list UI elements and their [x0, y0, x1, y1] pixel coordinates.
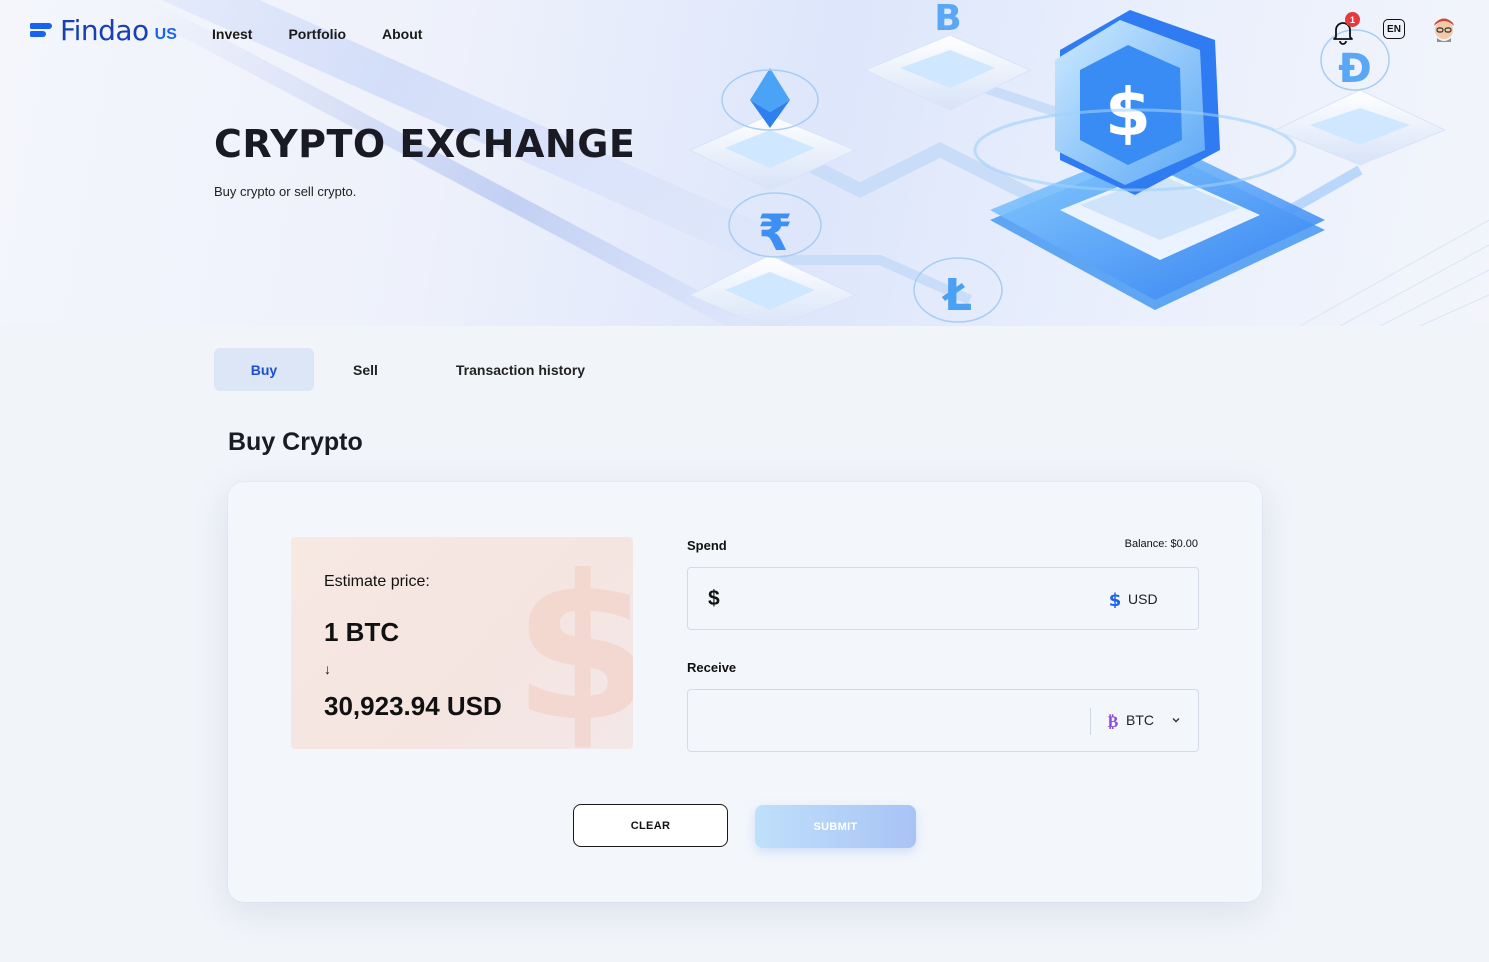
page-title: CRYPTO EXCHANGE — [214, 122, 636, 166]
dollar-watermark-icon: $ — [513, 537, 633, 749]
receive-input[interactable] — [704, 690, 1004, 751]
svg-text:Ł: Ł — [942, 270, 972, 321]
receive-currency-select[interactable]: ₿ BTC — [1106, 711, 1182, 729]
arrow-down-icon: ↓ — [324, 661, 331, 677]
brand-name: Findao — [60, 14, 149, 47]
bitcoin-icon: ₿ — [1108, 712, 1119, 729]
page-subtitle: Buy crypto or sell crypto. — [214, 184, 357, 199]
tab-transaction-history[interactable]: Transaction history — [417, 348, 624, 391]
field-divider — [1090, 708, 1091, 735]
svg-text:$: $ — [1109, 590, 1122, 608]
exchange-tabs: Buy Sell Transaction history — [214, 348, 624, 391]
brand-region: US — [154, 25, 177, 43]
logo-mark-icon — [30, 21, 52, 41]
spend-currency-label: USD — [1128, 591, 1158, 607]
buy-crypto-card: $ Estimate price: 1 BTC ↓ 30,923.94 USD … — [228, 482, 1262, 902]
estimate-to: 30,923.94 USD — [324, 691, 502, 721]
clear-button[interactable]: CLEAR — [573, 804, 728, 847]
nav-link-about[interactable]: About — [382, 26, 422, 42]
svg-text:₿: ₿ — [1108, 712, 1119, 729]
estimate-from: 1 BTC — [324, 617, 400, 647]
top-nav: Findao US Invest Portfolio About 1 EN — [0, 0, 1489, 68]
tab-buy[interactable]: Buy — [214, 348, 314, 391]
spend-field[interactable]: $ $ USD — [687, 567, 1199, 630]
spend-input[interactable] — [732, 568, 1032, 629]
receive-currency-label: BTC — [1126, 712, 1154, 728]
svg-text:₹: ₹ — [758, 204, 793, 262]
avatar[interactable] — [1429, 14, 1459, 44]
tab-sell[interactable]: Sell — [314, 348, 417, 391]
notification-badge: 1 — [1345, 12, 1360, 27]
nav-actions: 1 EN — [1329, 12, 1459, 45]
nav-link-invest[interactable]: Invest — [212, 26, 252, 42]
dollar-prefix-icon: $ — [708, 587, 720, 610]
estimate-price-panel: $ Estimate price: 1 BTC ↓ 30,923.94 USD — [291, 537, 633, 749]
receive-field[interactable]: ₿ BTC — [687, 689, 1199, 752]
brand-logo[interactable]: Findao US — [30, 14, 177, 47]
dollar-icon: $ — [1109, 590, 1122, 608]
balance-text: Balance: $0.00 — [1124, 538, 1198, 550]
nav-link-portfolio[interactable]: Portfolio — [288, 26, 346, 42]
submit-button[interactable]: SUBMIT — [755, 805, 916, 848]
language-switcher[interactable]: EN — [1383, 19, 1405, 39]
notifications-button[interactable]: 1 — [1329, 12, 1360, 45]
estimate-label: Estimate price: — [324, 573, 430, 590]
nav-links: Invest Portfolio About — [212, 26, 422, 42]
receive-label: Receive — [687, 660, 737, 675]
spend-currency: $ USD — [1108, 590, 1158, 608]
chevron-down-icon — [1172, 718, 1180, 723]
section-title: Buy Crypto — [228, 428, 363, 456]
spend-label: Spend — [687, 538, 727, 553]
svg-text:$: $ — [1105, 74, 1151, 151]
